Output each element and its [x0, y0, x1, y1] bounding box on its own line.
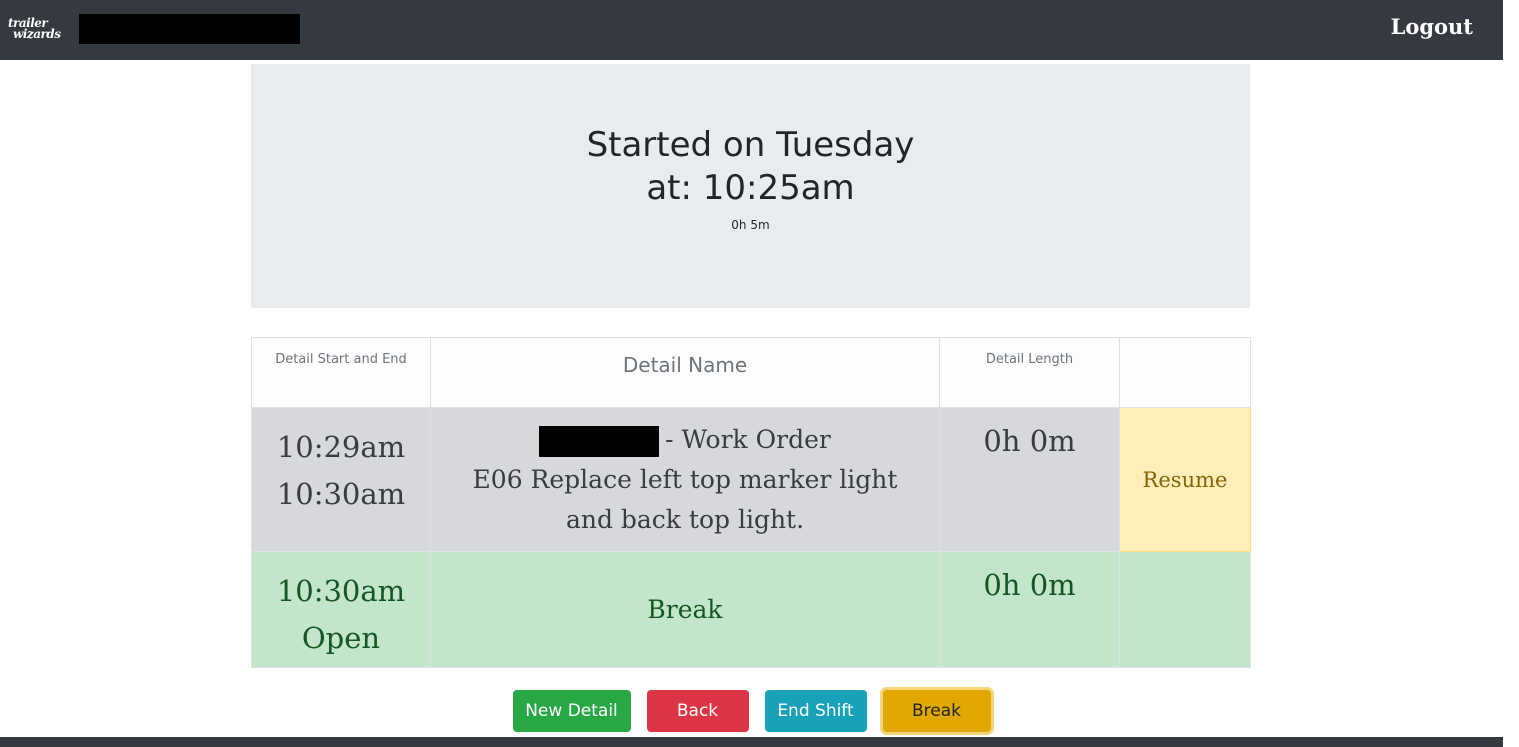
end-shift-button[interactable]: End Shift	[764, 690, 867, 732]
detail-length: 0h 0m	[939, 551, 1120, 668]
shift-elapsed-time: 0h 5m	[731, 218, 770, 232]
detail-title-suffix: - Work Order	[665, 424, 831, 454]
detail-times-cell: 10:30am Open	[251, 551, 431, 668]
header-detail-name: Detail Name	[430, 337, 940, 408]
detail-times-cell: 10:29am 10:30am	[251, 407, 431, 552]
logout-link[interactable]: Logout	[1391, 14, 1473, 39]
page-scrollbar[interactable]	[1503, 0, 1519, 747]
detail-name-cell: - Work Order E06 Replace left top marker…	[430, 407, 940, 552]
header-action	[1119, 337, 1251, 408]
table-row: 10:30am Open Break 0h 0m	[251, 551, 1251, 668]
resume-button[interactable]: Resume	[1119, 407, 1251, 552]
shift-summary-panel: Started on Tuesday at: 10:25am 0h 5m	[251, 64, 1250, 308]
table-header-row: Detail Start and End Detail Name Detail …	[251, 337, 1251, 408]
detail-length: 0h 0m	[939, 407, 1120, 552]
detail-name-cell: Break	[430, 551, 940, 668]
trailer-wizards-logo[interactable]: trailer wizards	[8, 17, 68, 46]
details-table: Detail Start and End Detail Name Detail …	[251, 337, 1251, 668]
header-detail-length: Detail Length	[939, 337, 1120, 408]
shift-started-day: Started on Tuesday	[586, 125, 915, 165]
table-row: 10:29am 10:30am - Work Order E06 Replace…	[251, 407, 1251, 552]
redacted-order-number	[539, 425, 660, 457]
back-button[interactable]: Back	[646, 690, 749, 732]
detail-title: - Work Order	[431, 420, 939, 460]
footer-bar	[0, 737, 1503, 747]
new-detail-button[interactable]: New Detail	[512, 690, 631, 732]
detail-description: E06 Replace left top marker light and ba…	[472, 464, 898, 534]
redacted-user-name	[79, 14, 300, 44]
logo-line-2: wizards	[13, 27, 61, 41]
shift-started-time: at: 10:25am	[646, 168, 855, 208]
action-buttons: New Detail Back End Shift Break	[0, 690, 1503, 732]
break-button[interactable]: Break	[882, 690, 991, 732]
header-start-end: Detail Start and End	[251, 337, 431, 408]
detail-end-time: 10:30am	[276, 477, 406, 511]
detail-start-time: 10:29am	[276, 430, 406, 464]
detail-start-time: 10:30am	[276, 574, 406, 608]
top-navbar: trailer wizards Logout	[0, 0, 1503, 60]
detail-end-time: Open	[301, 621, 381, 655]
detail-action-cell	[1119, 551, 1251, 668]
